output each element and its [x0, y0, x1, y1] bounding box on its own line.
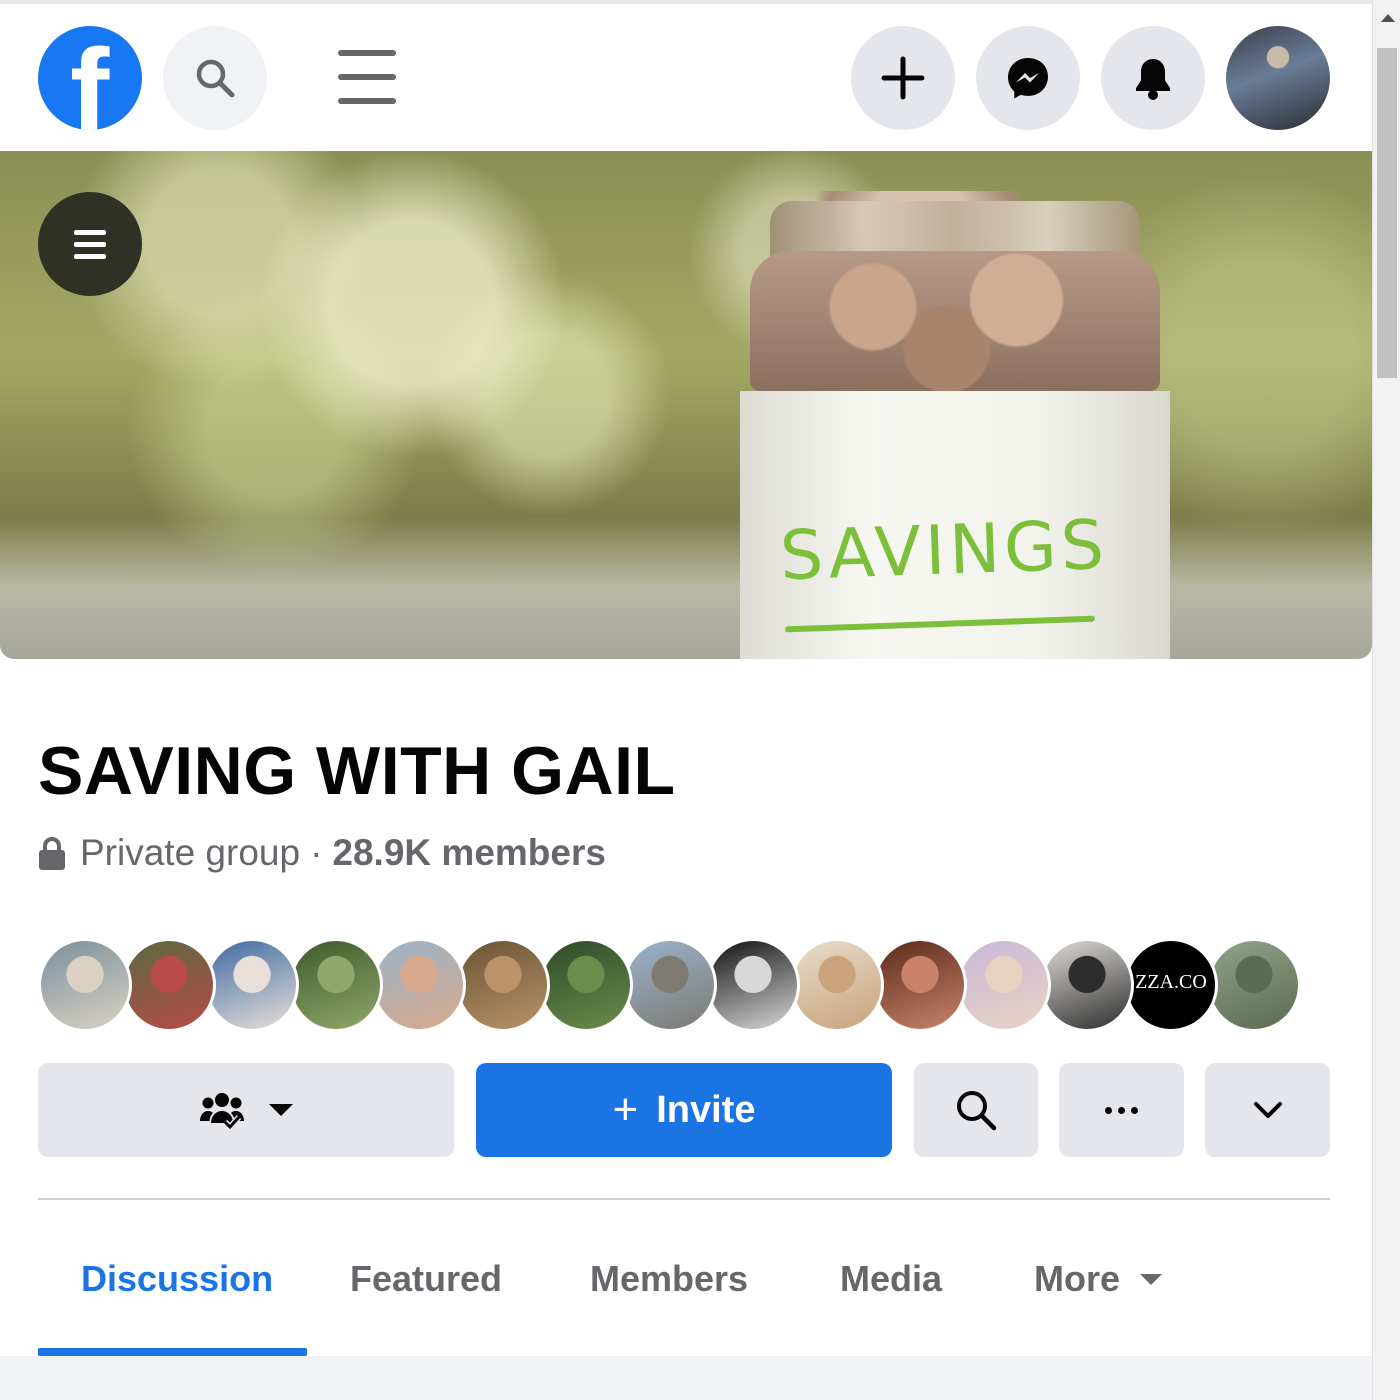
ellipsis-icon	[1105, 1106, 1138, 1114]
member-avatar[interactable]	[790, 938, 884, 1032]
member-avatar[interactable]	[623, 938, 717, 1032]
group-page: f SAVINGS SAVING WITH GAIL Private group…	[0, 0, 1372, 1356]
active-tab-indicator	[38, 1348, 307, 1356]
scroll-up-arrow-icon[interactable]	[1381, 14, 1395, 22]
tab-more-label: More	[1034, 1258, 1121, 1299]
scrollbar-thumb[interactable]	[1377, 48, 1397, 378]
messenger-button[interactable]	[976, 26, 1080, 130]
cover-photo: SAVINGS	[0, 151, 1372, 659]
group-meta: Private group · 28.9K members	[38, 832, 606, 874]
caret-down-icon	[269, 1104, 293, 1116]
group-members-icon	[200, 1093, 244, 1130]
cover-menu-button[interactable]	[38, 192, 142, 296]
notifications-button[interactable]	[1101, 26, 1205, 130]
scrollbar[interactable]	[1372, 0, 1400, 1400]
jar-label-text: SAVINGS	[778, 505, 1110, 597]
member-avatars: ZZA.CO	[38, 938, 1301, 1032]
member-avatar[interactable]	[873, 938, 967, 1032]
invite-button[interactable]: + Invite	[476, 1063, 892, 1157]
privacy-label[interactable]: Private group	[80, 832, 300, 874]
member-avatar[interactable]	[957, 938, 1051, 1032]
menu-icon[interactable]	[338, 50, 398, 108]
tab-more[interactable]: More	[1034, 1258, 1163, 1300]
member-avatar[interactable]	[372, 938, 466, 1032]
search-button[interactable]	[163, 26, 267, 130]
savings-jar-image: SAVINGS	[730, 171, 1180, 659]
group-title: SAVING WITH GAIL	[38, 733, 676, 809]
member-avatar[interactable]: ZZA.CO	[1124, 938, 1218, 1032]
joined-button[interactable]	[38, 1063, 454, 1157]
top-border	[0, 0, 1372, 4]
member-avatar[interactable]	[205, 938, 299, 1032]
search-icon	[196, 59, 235, 98]
member-avatar[interactable]	[122, 938, 216, 1032]
member-avatar[interactable]	[38, 938, 132, 1032]
member-avatar[interactable]	[289, 938, 383, 1032]
tab-discussion[interactable]: Discussion	[81, 1258, 273, 1300]
facebook-logo[interactable]: f	[38, 26, 142, 130]
lock-icon	[38, 835, 66, 871]
collapse-button[interactable]	[1205, 1063, 1330, 1157]
bell-icon	[1136, 59, 1170, 100]
group-search-button[interactable]	[914, 1063, 1038, 1157]
chevron-down-icon	[1253, 1102, 1282, 1118]
tab-members[interactable]: Members	[590, 1258, 748, 1300]
more-options-button[interactable]	[1059, 1063, 1184, 1157]
member-avatar-text: ZZA.CO	[1135, 971, 1207, 993]
create-button[interactable]	[851, 26, 955, 130]
tab-media[interactable]: Media	[840, 1258, 942, 1300]
divider	[38, 1198, 1330, 1200]
meta-separator: ·	[310, 832, 323, 873]
messenger-icon	[1008, 58, 1048, 99]
invite-label: Invite	[656, 1088, 756, 1131]
invite-plus-icon: +	[612, 1085, 639, 1134]
member-count[interactable]: 28.9K members	[332, 832, 606, 874]
tab-featured[interactable]: Featured	[350, 1258, 502, 1300]
facebook-logo-letter: f	[70, 26, 110, 130]
search-icon	[957, 1091, 997, 1131]
member-avatar[interactable]	[1040, 938, 1134, 1032]
member-avatar[interactable]	[706, 938, 800, 1032]
member-avatar[interactable]	[539, 938, 633, 1032]
member-avatar[interactable]	[456, 938, 550, 1032]
plus-icon	[881, 56, 925, 100]
member-avatar[interactable]	[1207, 938, 1301, 1032]
caret-down-icon	[1140, 1273, 1163, 1285]
profile-avatar[interactable]	[1226, 26, 1330, 130]
